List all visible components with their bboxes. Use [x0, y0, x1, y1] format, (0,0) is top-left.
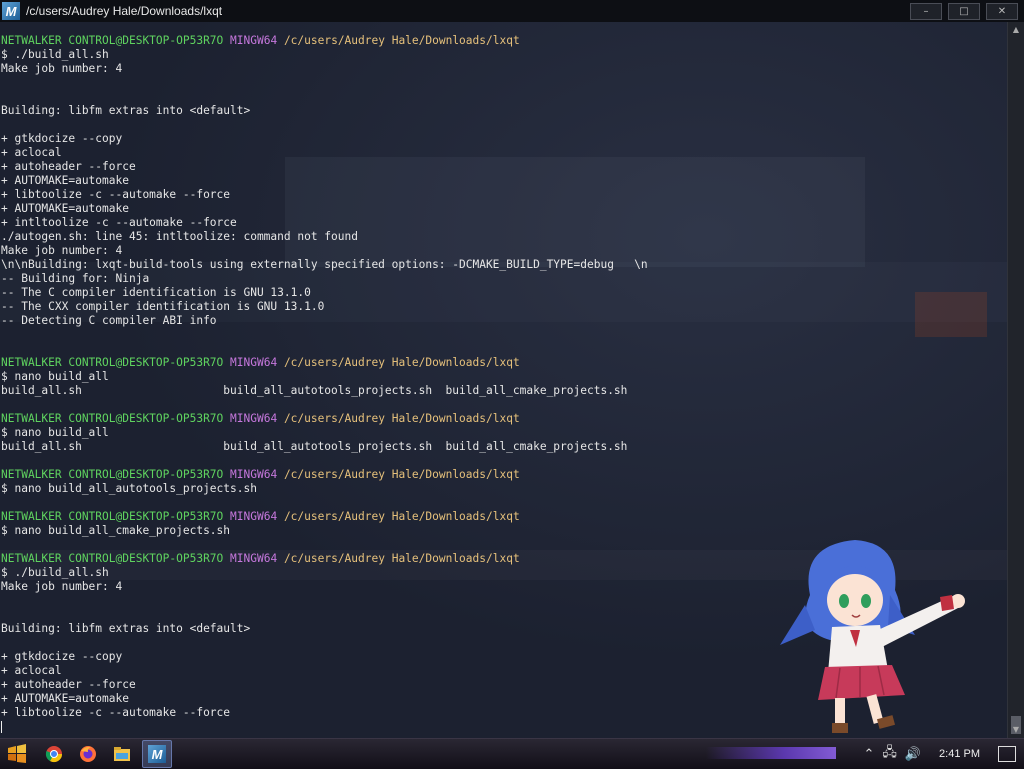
firefox-icon — [80, 746, 96, 762]
prompt-mingw: MINGW64 — [230, 356, 278, 369]
output-line: $ ./build_all.sh — [1, 566, 109, 579]
output-line: $ nano build_all_autotools_projects.sh — [1, 482, 257, 495]
output-line: -- Building for: Ninja — [1, 272, 150, 285]
network-icon[interactable]: 🖧 — [882, 743, 897, 765]
output-line: Make job number: 4 — [1, 62, 123, 75]
output-line: + aclocal — [1, 664, 62, 677]
msys2-app-icon[interactable]: M — [2, 2, 20, 20]
anime-mascot-image — [780, 540, 965, 733]
msys2-terminal-icon: M — [148, 745, 166, 763]
prompt-mingw: MINGW64 — [230, 510, 278, 523]
prompt-path: /c/users/Audrey Hale/Downloads/lxqt — [283, 356, 520, 369]
output-line: -- The CXX compiler identification is GN… — [1, 300, 325, 313]
file-explorer-icon — [114, 747, 130, 761]
output-line: Building: libfm extras into <default> — [1, 622, 251, 635]
output-line: $ nano build_all — [1, 426, 109, 439]
output-line: + AUTOMAKE=automake — [1, 202, 129, 215]
output-line: + AUTOMAKE=automake — [1, 692, 129, 705]
prompt-mingw: MINGW64 — [230, 34, 278, 47]
prompt-line: NETWALKER CONTROL@DESKTOP-OP53R7O MINGW6… — [1, 412, 648, 426]
minimize-button[interactable]: – — [910, 3, 942, 20]
start-icon — [8, 744, 26, 763]
text-cursor — [1, 721, 2, 733]
prompt-mingw: MINGW64 — [230, 468, 278, 481]
output-line: + autoheader --force — [1, 678, 136, 691]
close-button[interactable]: ✕ — [986, 3, 1018, 20]
cursor-line — [1, 720, 648, 734]
prompt-path: /c/users/Audrey Hale/Downloads/lxqt — [283, 34, 520, 47]
output-line: + autoheader --force — [1, 160, 136, 173]
prompt-line: NETWALKER CONTROL@DESKTOP-OP53R7O MINGW6… — [1, 34, 648, 48]
prompt-path: /c/users/Audrey Hale/Downloads/lxqt — [283, 510, 520, 523]
output-line: Make job number: 4 — [1, 580, 123, 593]
scroll-up-arrow-icon[interactable]: ▲ — [1010, 24, 1022, 36]
prompt-line: NETWALKER CONTROL@DESKTOP-OP53R7O MINGW6… — [1, 468, 648, 482]
volume-icon[interactable]: 🔊 — [905, 747, 921, 762]
chevron-up-icon[interactable]: ⌃ — [863, 747, 874, 762]
output-line: Make job number: 4 — [1, 244, 123, 257]
prompt-user: NETWALKER CONTROL@DESKTOP-OP53R7O — [1, 34, 224, 47]
firefox-taskbar-button[interactable] — [74, 741, 102, 767]
window-title: /c/users/Audrey Hale/Downloads/lxqt — [26, 4, 223, 18]
terminal-lines: NETWALKER CONTROL@DESKTOP-OP53R7O MINGW6… — [1, 34, 648, 734]
window-title-bar[interactable]: M /c/users/Audrey Hale/Downloads/lxqt – … — [0, 0, 1024, 23]
terminal-scrollbar[interactable]: ▲ ▼ — [1007, 22, 1024, 738]
msys2-taskbar-button[interactable]: M — [142, 740, 172, 768]
output-line: + AUTOMAKE=automake — [1, 174, 129, 187]
maximize-button[interactable]: □ — [948, 3, 980, 20]
notification-icon[interactable] — [998, 746, 1016, 762]
output-line: $ ./build_all.sh — [1, 48, 109, 61]
scroll-down-arrow-icon[interactable]: ▼ — [1010, 724, 1022, 736]
output-line: build_all.sh build_all_autotools_project… — [1, 384, 628, 397]
output-line: + gtkdocize --copy — [1, 132, 123, 145]
output-line: + libtoolize -c --automake --force — [1, 188, 231, 201]
prompt-user: NETWALKER CONTROL@DESKTOP-OP53R7O — [1, 412, 224, 425]
prompt-line: NETWALKER CONTROL@DESKTOP-OP53R7O MINGW6… — [1, 552, 648, 566]
prompt-line: NETWALKER CONTROL@DESKTOP-OP53R7O MINGW6… — [1, 356, 648, 370]
taskbar-accent-band — [706, 747, 836, 759]
output-line: build_all.sh build_all_autotools_project… — [1, 440, 628, 453]
prompt-path: /c/users/Audrey Hale/Downloads/lxqt — [283, 552, 520, 565]
output-line: + gtkdocize --copy — [1, 650, 123, 663]
taskbar: M ⌃ 🖧 🔊 2:41 PM — [0, 738, 1024, 769]
output-line: + libtoolize -c --automake --force — [1, 706, 231, 719]
chrome-icon — [45, 746, 63, 763]
output-line: -- The C compiler identification is GNU … — [1, 286, 311, 299]
output-line: $ nano build_all_cmake_projects.sh — [1, 524, 231, 537]
file-explorer-taskbar-button[interactable] — [108, 741, 136, 767]
prompt-path: /c/users/Audrey Hale/Downloads/lxqt — [283, 468, 520, 481]
output-line: \n\nBuilding: lxqt-build-tools using ext… — [1, 258, 648, 271]
output-line: Building: libfm extras into <default> — [1, 104, 251, 117]
prompt-user: NETWALKER CONTROL@DESKTOP-OP53R7O — [1, 510, 224, 523]
clock[interactable]: 2:41 PM — [939, 748, 980, 760]
prompt-user: NETWALKER CONTROL@DESKTOP-OP53R7O — [1, 552, 224, 565]
chrome-taskbar-button[interactable] — [40, 741, 68, 767]
output-line: + intltoolize -c --automake --force — [1, 216, 237, 229]
background-ghost-orange-block — [915, 292, 987, 337]
prompt-mingw: MINGW64 — [230, 412, 278, 425]
prompt-user: NETWALKER CONTROL@DESKTOP-OP53R7O — [1, 468, 224, 481]
output-line: -- Detecting C compiler ABI info — [1, 314, 217, 327]
output-line: + aclocal — [1, 146, 62, 159]
output-line: ./autogen.sh: line 45: intltoolize: comm… — [1, 230, 358, 243]
prompt-path: /c/users/Audrey Hale/Downloads/lxqt — [283, 412, 520, 425]
prompt-line: NETWALKER CONTROL@DESKTOP-OP53R7O MINGW6… — [1, 510, 648, 524]
prompt-user: NETWALKER CONTROL@DESKTOP-OP53R7O — [1, 356, 224, 369]
system-tray: ⌃ 🖧 🔊 2:41 PM — [863, 739, 1024, 769]
start-button[interactable] — [0, 739, 34, 769]
prompt-mingw: MINGW64 — [230, 552, 278, 565]
output-line: $ nano build_all — [1, 370, 109, 383]
